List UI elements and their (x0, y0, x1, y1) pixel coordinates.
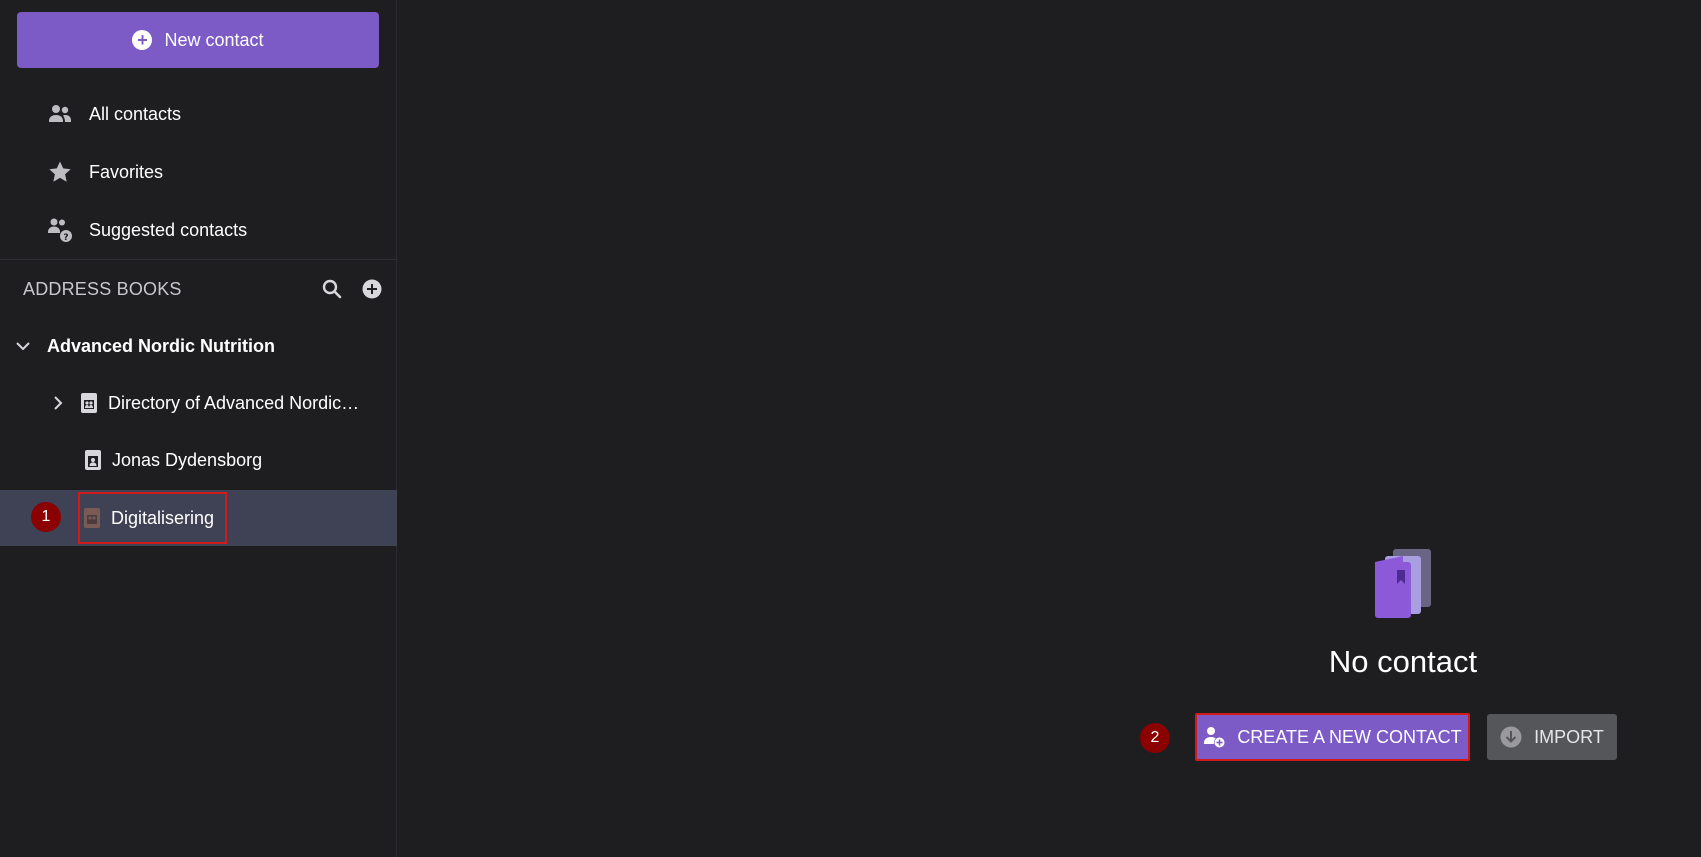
chevron-down-icon[interactable] (14, 337, 32, 355)
tree-item-directory[interactable]: Directory of Advanced Nordic… (0, 375, 397, 431)
star-icon (47, 159, 73, 185)
directory-label: Directory of Advanced Nordic… (108, 392, 360, 413)
organization-label: Advanced Nordic Nutrition (47, 335, 276, 356)
empty-state-title: No contact (1328, 644, 1478, 679)
highlight-box-1 (78, 492, 227, 544)
svg-text:?: ? (63, 233, 68, 243)
tree-item-organization[interactable]: Advanced Nordic Nutrition (0, 318, 397, 374)
address-books-header: ADDRESS BOOKS (23, 276, 383, 302)
contact-book-icon (84, 449, 102, 471)
nav-favorites[interactable]: Favorites (0, 146, 397, 198)
sidebar: + New contact All contacts Favorites ? S… (0, 0, 397, 857)
personal-label: Jonas Dydensborg (112, 449, 263, 470)
annotation-badge-2: 2 (1140, 723, 1170, 753)
directory-book-icon (80, 392, 98, 414)
people-icon (47, 101, 73, 127)
new-contact-button[interactable]: + New contact (17, 12, 379, 68)
nav-all-contacts[interactable]: All contacts (0, 88, 397, 140)
search-icon[interactable] (321, 278, 343, 300)
create-new-contact-button[interactable]: CREATE A NEW CONTACT (1195, 713, 1470, 761)
address-book-icon (1373, 548, 1435, 622)
sidebar-divider (0, 259, 397, 260)
tree-item-personal[interactable]: Jonas Dydensborg (0, 432, 397, 488)
nav-suggested-contacts[interactable]: ? Suggested contacts (0, 204, 397, 256)
nav-label: Favorites (89, 161, 164, 182)
new-contact-label: New contact (164, 29, 264, 50)
main-panel: No contact 2 CREATE A NEW CONTACT IMPORT (398, 0, 1701, 857)
address-books-title: ADDRESS BOOKS (23, 278, 182, 299)
import-label: IMPORT (1534, 726, 1604, 747)
create-new-contact-label: CREATE A NEW CONTACT (1237, 726, 1462, 747)
plus-circle-icon: + (132, 30, 153, 50)
annotation-badge-1: 1 (31, 502, 61, 532)
add-address-book-icon[interactable] (361, 278, 383, 300)
import-button[interactable]: IMPORT (1487, 714, 1617, 760)
nav-label: Suggested contacts (89, 219, 248, 240)
add-person-icon (1203, 726, 1225, 748)
nav-label: All contacts (89, 103, 182, 124)
people-question-icon: ? (47, 217, 73, 243)
download-icon (1500, 726, 1522, 748)
chevron-right-icon[interactable] (49, 394, 67, 412)
